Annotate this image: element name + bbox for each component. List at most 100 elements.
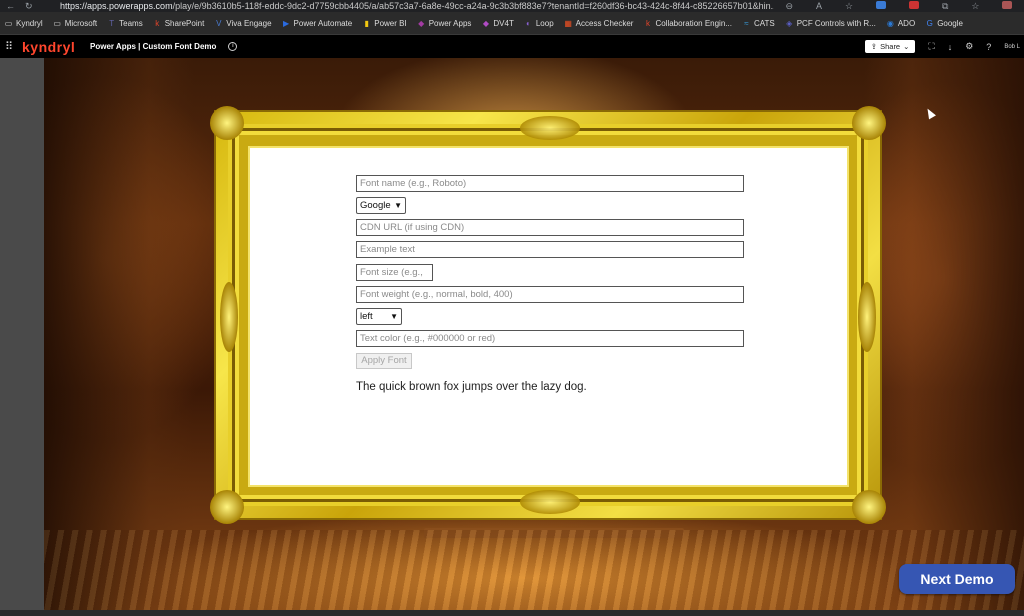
viva-icon: V [216,18,222,28]
frame-corner-ornament [210,490,244,524]
bookmark-item[interactable]: ◆ Power Apps [417,18,471,28]
refresh-icon[interactable]: ↻ [25,1,43,11]
bookmark-label: Kyndryl [16,18,43,28]
bookmark-label: PCF Controls with R... [796,18,876,28]
apply-font-button[interactable]: Apply Font [356,353,412,369]
next-demo-button[interactable]: Next Demo [899,564,1015,594]
bookmark-label: SharePoint [164,18,205,28]
frame-right-ornament [858,282,876,352]
help-icon[interactable]: ? [986,42,991,52]
chevron-down-icon: ▼ [390,312,398,321]
bookmark-item[interactable]: ◉ ADO [886,19,915,28]
bookmark-label: CATS [753,18,775,28]
text-align-select[interactable]: left ▼ [356,308,402,325]
bookmark-item[interactable]: G Google [925,19,963,28]
frame-top-ornament [520,116,580,140]
share-icon: ⇪ [870,42,878,51]
favorite-star-icon[interactable]: ☆ [845,1,853,12]
right-pillar [864,58,1024,610]
chevron-down-icon: ⌄ [903,42,910,51]
bookmark-label: Google [937,18,963,28]
browser-nav: ←↻ [0,1,60,12]
browser-address-bar: ←↻ https://apps.powerapps.com/play/e/9b3… [0,0,1024,12]
browser-toolbar: ⊖ A ☆ ⧉ ☆ [774,0,1024,12]
app-launcher-icon[interactable]: ⠿ [0,40,18,53]
power-apps-icon: ◆ [418,18,425,28]
app-header: ⠿ kyndryl Power Apps | Custom Font Demo … [0,35,1024,58]
cdn-url-input[interactable]: CDN URL (if using CDN) [356,219,744,236]
teams-icon: T [109,18,115,28]
font-source-value: Google [360,200,391,211]
split-screen-icon[interactable]: ⧉ [942,1,948,12]
loop-icon: ◐ [525,18,531,28]
profile-avatar[interactable] [1002,0,1013,9]
ado-icon: ◉ [886,18,894,28]
example-text-input[interactable]: Example text [356,241,744,258]
pcf-icon: ◈ [786,18,793,28]
extension-icon[interactable] [876,0,887,9]
frame-bottom-ornament [520,490,580,514]
k-icon: k [645,18,650,28]
header-actions: ⇪ Share ⌄ ⛶ ↓ ⚙ ? Bob L [864,35,1024,58]
bookmark-label: Collaboration Engin... [655,18,732,28]
bookmark-item[interactable]: ▦ Access Checker [564,18,634,28]
bookmark-item[interactable]: ◆ DV4T [481,18,514,28]
bookmark-item[interactable]: k Collaboration Engin... [643,19,732,28]
bookmark-item[interactable]: ◐ Loop [524,19,554,28]
back-icon[interactable]: ← [6,1,25,11]
text-color-input[interactable]: Text color (e.g., #000000 or red) [356,330,744,347]
bookmark-item[interactable]: k SharePoint [153,18,205,28]
chevron-down-icon: ▼ [394,201,402,210]
text-align-value: left [360,311,373,322]
info-icon[interactable]: i [228,42,238,51]
extension-icon[interactable] [909,0,919,9]
bookmark-item[interactable]: ▮ Power BI [362,18,407,28]
frame-corner-ornament [210,106,244,140]
floor [44,530,1024,610]
power-automate-icon: ▶ [282,18,290,28]
bookmark-label: Loop [535,18,554,28]
font-source-select[interactable]: Google ▼ [356,197,406,214]
font-weight-input[interactable]: Font weight (e.g., normal, bold, 400) [356,286,744,303]
fullscreen-icon[interactable]: ⛶ [928,41,934,52]
dv4t-icon: ◆ [482,18,489,28]
bookmark-label: ADO [897,18,916,28]
font-size-input[interactable]: Font size (e.g., [356,264,433,281]
bookmark-label: Viva Engage [226,18,272,28]
folder-icon: ▭ [4,18,13,28]
bookmark-label: Teams [119,18,143,28]
font-name-input[interactable]: Font name (e.g., Roboto) [356,175,744,192]
app-title: Power Apps | Custom Font Demo [90,42,217,51]
bookmark-item[interactable]: T Teams [107,19,143,28]
bookmark-item[interactable]: ◈ PCF Controls with R... [785,19,876,28]
share-button[interactable]: ⇪ Share ⌄ [864,40,916,53]
settings-icon[interactable]: ⚙ [965,41,973,52]
bookmark-label: Access Checker [575,18,634,28]
bookmark-item[interactable]: V Viva Engage [214,19,271,28]
microsoft-icon: ▦ [564,18,572,28]
bookmark-label: Microsoft [64,18,98,28]
frame-corner-ornament [852,106,886,140]
bookmark-label: Power BI [374,18,407,28]
left-pillar [44,58,194,610]
user-name[interactable]: Bob L [1004,44,1020,50]
favorites-icon[interactable]: ☆ [971,1,979,12]
google-icon: G [926,18,933,28]
download-icon[interactable]: ↓ [948,42,953,52]
bookmark-item[interactable]: ▭ Kyndryl [4,19,43,28]
url-field[interactable]: https://apps.powerapps.com/play/e/9b3610… [60,1,774,11]
zoom-icon[interactable]: ⊖ [785,1,793,12]
bottom-strip [0,610,1024,616]
bookmarks-bar: ▭ Kyndryl ▭ Microsoft T Teams k SharePoint V Viva… [0,12,1024,35]
bookmark-label: Power Automate [293,18,353,28]
frame-corner-ornament [852,490,886,524]
cats-icon: ≈ [744,18,749,28]
read-aloud-icon[interactable]: A [816,1,822,12]
bookmark-item[interactable]: ▶ Power Automate [282,18,353,28]
form-card [250,148,847,485]
bookmark-item[interactable]: ≈ CATS [742,18,775,28]
bookmark-item[interactable]: ▭ Microsoft [53,19,97,28]
url-host: https://apps.powerapps.com [60,1,173,11]
k-icon: k [155,18,160,28]
power-bi-icon: ▮ [364,18,369,28]
